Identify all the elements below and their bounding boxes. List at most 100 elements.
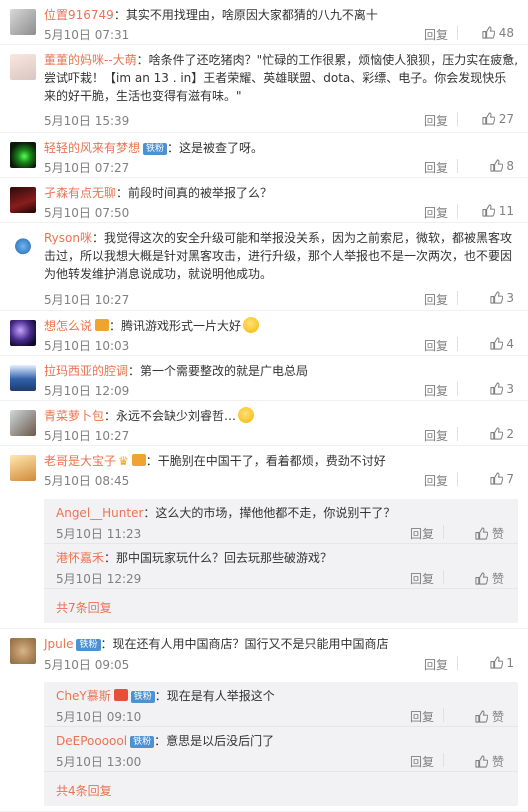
like-button[interactable]: 11 [464,204,514,218]
comment-content: ：永远不会缺少刘睿哲… [104,409,237,423]
like-button[interactable]: 1 [464,656,514,670]
like-button[interactable]: 8 [464,159,514,173]
divider [457,204,458,218]
comment-item: Ryson咪：我觉得这次的安全升级可能和举报没关系，因为之前索尼，微软，都被黑客… [0,223,528,311]
comment-content: ：现在还有人用中国商店？国行又不是只能用中国商店 [100,637,389,651]
divider [443,570,444,584]
reply-button[interactable]: 回复 [424,159,448,176]
like-button[interactable]: 3 [464,382,514,396]
sub-reply-item: CheY慕斯 铁粉 ：现在是有人举报这个 5月10日 09:10 回复 赞 [44,682,518,727]
cartoon-avatar[interactable] [10,455,36,481]
like-count: 1 [506,656,514,670]
comment-item: 想怎么说 ：腾讯游戏形式一片大好 5月10日 10:03 回复 4 [0,311,528,356]
comment-time: 5月10日 15:39 [44,114,130,128]
like-button[interactable]: 27 [464,112,514,126]
comment-text: Jpule 铁粉 ：现在还有人用中国商店？国行又不是只能用中国商店 [44,635,518,653]
comment-content: ：意思是以后没后门了 [154,734,275,748]
comment-content: ：第一个需要整改的就是广电总局 [128,364,309,378]
reply-button[interactable]: 回复 [424,204,448,221]
cat-photo-avatar[interactable] [10,638,36,664]
username-link[interactable]: 青菜萝卜包 [44,409,104,423]
comment-text: 想怎么说 ：腾讯游戏形式一片大好 [44,317,518,335]
galaxy-avatar[interactable] [10,320,36,346]
divider [443,525,444,539]
crown-icon: ♛ [118,454,129,468]
comment-time: 5月10日 08:45 [44,474,130,488]
like-button[interactable]: 赞 [448,570,504,587]
like-count: 11 [498,204,514,218]
like-label: 赞 [491,527,504,541]
like-count: 4 [506,337,514,351]
fan-badge: 铁粉 [76,639,101,651]
username-link[interactable]: 位置916749 [44,8,114,22]
sub-reply-text: 港怀嘉禾：那中国玩家玩什么？回去玩那些破游戏？ [56,549,508,567]
username-link[interactable]: 港怀嘉禾 [56,551,104,565]
reply-button[interactable]: 回复 [424,291,448,308]
reply-button[interactable]: 回复 [424,112,448,129]
username-link[interactable]: 轻轻的风来有梦想 [44,141,140,155]
pixel-avatar[interactable] [10,365,36,391]
thumb-up-icon [475,572,489,586]
comment-text: 董董的妈咪--大萌：啥条件了还吃猪肉？"忙碌的工作很累，烦恼使人狼狈，压力实在疲… [44,51,518,105]
comment-content: ：腾讯游戏形式一片大好 [109,319,242,333]
more-replies-link[interactable]: 共4条回复 [56,782,112,799]
like-button[interactable]: 3 [464,291,514,305]
username-link[interactable]: 孑森有点无聊 [44,186,116,200]
thumb-up-icon [475,755,489,769]
reply-button[interactable]: 回复 [424,382,448,399]
like-count: 2 [506,427,514,441]
username-link[interactable]: CheY慕斯 [56,689,111,703]
like-label: 赞 [491,710,504,724]
divider [457,472,458,486]
sub-reply-text: CheY慕斯 铁粉 ：现在是有人举报这个 [56,687,508,705]
building-avatar[interactable] [10,9,36,35]
fan-badge: 铁粉 [143,143,168,155]
like-button[interactable]: 7 [464,472,514,486]
like-count: 3 [506,291,514,305]
reply-button[interactable]: 回复 [410,570,434,587]
room-avatar[interactable] [10,410,36,436]
anime-avatar[interactable] [10,54,36,80]
like-button[interactable]: 赞 [448,753,504,770]
username-link[interactable]: 想怎么说 [44,319,92,333]
like-button[interactable]: 48 [464,26,514,40]
thumb-up-icon [489,159,503,173]
sub-reply-text: DeEPoooool 铁粉 ：意思是以后没后门了 [56,732,508,750]
username-link[interactable]: 拉玛西亚的腔调 [44,364,128,378]
reply-button[interactable]: 回复 [410,525,434,542]
username-link[interactable]: 老哥是大宝子 [44,454,116,468]
comment-content: ：前段时间真的被举报了么？ [116,186,273,200]
sub-reply-item: Angel__Hunter：这么大的市场，撵他他都不走，你说别干了？ 5月10日 … [44,499,518,544]
comment-time: 5月10日 07:27 [44,161,130,175]
comment-time: 5月10日 12:09 [44,384,130,398]
dark-red-avatar[interactable] [10,187,36,213]
reply-button[interactable]: 回复 [424,656,448,673]
reply-button[interactable]: 回复 [410,753,434,770]
reply-button[interactable]: 回复 [424,427,448,444]
like-button[interactable]: 赞 [448,525,504,542]
more-replies-link[interactable]: 共7条回复 [56,599,112,616]
divider [457,427,458,441]
like-count: 48 [498,26,514,40]
cat-avatar[interactable] [10,232,36,258]
like-count: 3 [506,382,514,396]
like-button[interactable]: 赞 [448,708,504,725]
like-button[interactable]: 4 [464,337,514,351]
username-link[interactable]: Angel__Hunter [56,506,143,520]
green-light-avatar[interactable] [10,142,36,168]
username-link[interactable]: Jpule [44,637,73,651]
reply-button[interactable]: 回复 [424,472,448,489]
divider [457,337,458,351]
comment-time: 5月10日 10:03 [44,339,130,353]
comment-item: 老哥是大宝子 ♛ ：干脆别在中国干了，看着都烦，费劲不讨好 5月10日 08:45 回复… [0,446,528,629]
username-link[interactable]: DeEPoooool [56,734,127,748]
username-link[interactable]: Ryson咪 [44,231,92,245]
reply-button[interactable]: 回复 [410,708,434,725]
comment-text: 轻轻的风来有梦想 铁粉 ：这是被查了呀。 [44,139,518,157]
fan-badge: 铁粉 [130,691,155,703]
reply-button[interactable]: 回复 [424,26,448,43]
username-link[interactable]: 董董的妈咪--大萌 [44,53,137,67]
like-button[interactable]: 2 [464,427,514,441]
emoji-icon [238,407,255,423]
reply-button[interactable]: 回复 [424,337,448,354]
